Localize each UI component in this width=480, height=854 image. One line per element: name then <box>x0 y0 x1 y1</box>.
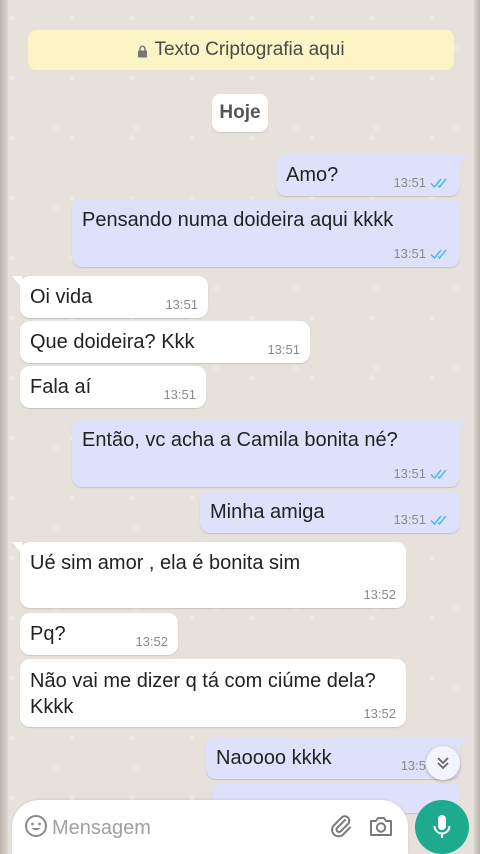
message-text: Amo? <box>286 164 339 186</box>
message-text: Não vai me dizer q tá com ciúme dela? Kk… <box>30 668 376 720</box>
paperclip-icon[interactable] <box>328 813 354 839</box>
message-time: 13:51 <box>163 387 196 402</box>
encryption-banner[interactable]: Texto Criptografia aqui <box>28 30 454 70</box>
message-bubble-incoming[interactable]: Pq? 13:52 <box>20 613 178 655</box>
message-time: 13:5 <box>400 758 426 773</box>
message-text: Oi vida <box>30 286 93 308</box>
message-time: 13:51 <box>393 466 426 481</box>
left-edge <box>0 0 8 854</box>
message-bubble-incoming[interactable]: Que doideira? Kkk 13:51 <box>20 321 310 363</box>
message-text: Pensando numa doideira aqui kkkk <box>82 209 394 231</box>
emoji-icon[interactable] <box>24 814 48 838</box>
double-check-icon <box>430 178 447 188</box>
message-time: 13:51 <box>393 175 426 190</box>
encryption-banner-text: Texto Criptografia aqui <box>154 39 345 60</box>
message-time: 13:52 <box>363 587 396 602</box>
message-line: Não vai me dizer q tá com ciúme dela? <box>30 670 376 692</box>
message-text: Ué sim amor , ela é bonita sim <box>30 552 301 574</box>
message-input[interactable] <box>52 815 282 841</box>
message-bubble-outgoing[interactable]: Então, vc acha a Camila bonita né? 13:51 <box>72 419 468 487</box>
message-bubble-incoming[interactable]: Não vai me dizer q tá com ciúme dela? Kk… <box>20 659 406 727</box>
lock-icon <box>138 45 148 57</box>
message-text: Pq? <box>30 623 66 645</box>
camera-icon[interactable] <box>368 814 394 838</box>
message-text: Então, vc acha a Camila bonita né? <box>82 429 398 451</box>
message-bubble-incoming[interactable]: Oi vida 13:51 <box>12 276 208 318</box>
message-time: 13:52 <box>363 706 396 721</box>
message-time: 13:51 <box>165 297 198 312</box>
message-bubble-incoming[interactable]: Fala aí 13:51 <box>20 366 206 408</box>
message-bubble-outgoing[interactable]: Naoooo kkkk 13:5 <box>206 737 468 779</box>
date-chip: Hoje <box>212 94 268 132</box>
message-bubble-outgoing[interactable]: Pensando numa doideira aqui kkkk 13:51 <box>72 199 460 267</box>
message-time: 13:51 <box>393 246 426 261</box>
message-line: Kkkk <box>30 696 74 718</box>
message-bubble-incoming[interactable]: Ué sim amor , ela é bonita sim 13:52 <box>12 542 406 608</box>
message-bubble-outgoing[interactable]: Amo? 13:51 <box>276 154 468 196</box>
double-check-icon <box>430 469 447 479</box>
message-text: Fala aí <box>30 376 92 398</box>
message-composer <box>12 800 408 854</box>
microphone-button[interactable] <box>415 800 469 854</box>
double-check-icon <box>430 249 447 259</box>
message-bubble-outgoing[interactable]: Minha amiga 13:51 <box>200 491 460 533</box>
right-edge <box>474 0 480 854</box>
chevron-double-down-icon <box>437 757 449 770</box>
message-time: 13:51 <box>393 512 426 527</box>
message-text: Que doideira? Kkk <box>30 331 195 353</box>
message-time: 13:52 <box>135 634 168 649</box>
double-check-icon <box>430 515 447 525</box>
scroll-to-bottom-button[interactable] <box>426 746 460 780</box>
message-time: 13:51 <box>267 342 300 357</box>
message-text: Minha amiga <box>210 501 325 523</box>
message-text: Naoooo kkkk <box>216 747 332 769</box>
microphone-icon <box>433 815 451 838</box>
